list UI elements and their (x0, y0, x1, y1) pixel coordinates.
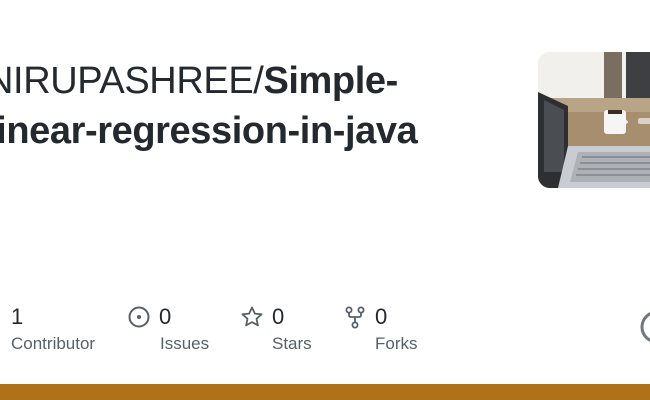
repo-owner: NIRUPASHREE/ (0, 60, 264, 102)
star-icon (240, 305, 264, 329)
stars-count: 0 (272, 304, 285, 329)
contributors-count: 1 (11, 304, 24, 329)
issues-label: Issues (160, 334, 210, 353)
forks-label: Forks (375, 334, 418, 353)
forks-count: 0 (375, 304, 388, 329)
repo-social-image (538, 52, 650, 188)
repo-forked-icon (343, 305, 367, 329)
github-logo-icon (640, 310, 650, 344)
issue-opened-icon (127, 305, 151, 329)
issues-count: 0 (159, 304, 172, 329)
contributors-label: Contributor (11, 334, 96, 353)
repo-title: NIRUPASHREE/Simple-linear-regression-in-… (0, 56, 466, 156)
stars-label: Stars (272, 334, 312, 353)
language-color-bar (0, 384, 650, 400)
